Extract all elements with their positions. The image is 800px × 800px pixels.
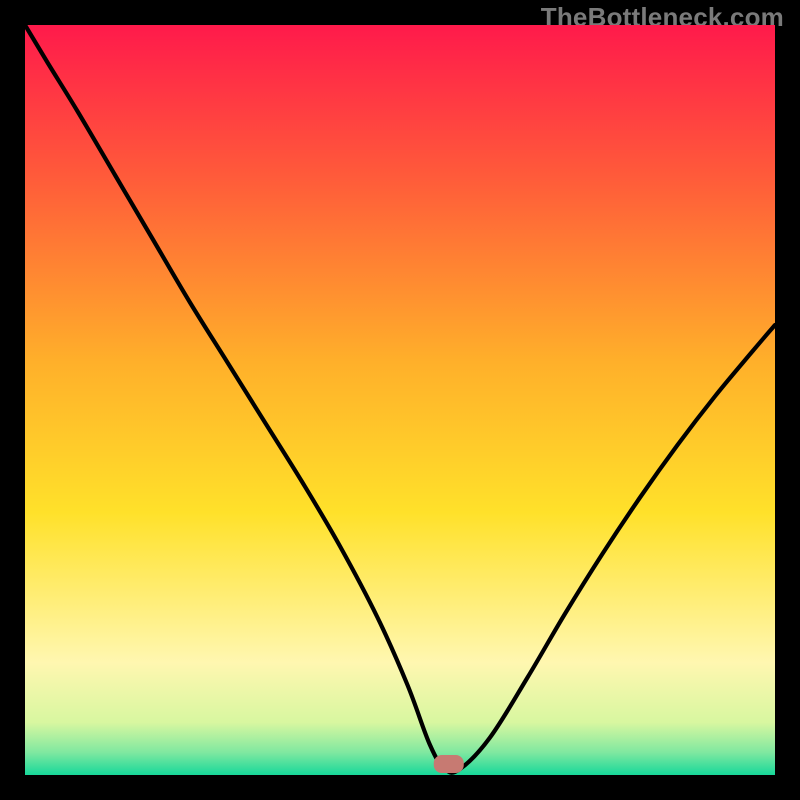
bottleneck-chart xyxy=(25,25,775,775)
chart-svg xyxy=(25,25,775,775)
chart-container: TheBottleneck.com xyxy=(0,0,800,800)
optimum-marker xyxy=(434,755,464,773)
